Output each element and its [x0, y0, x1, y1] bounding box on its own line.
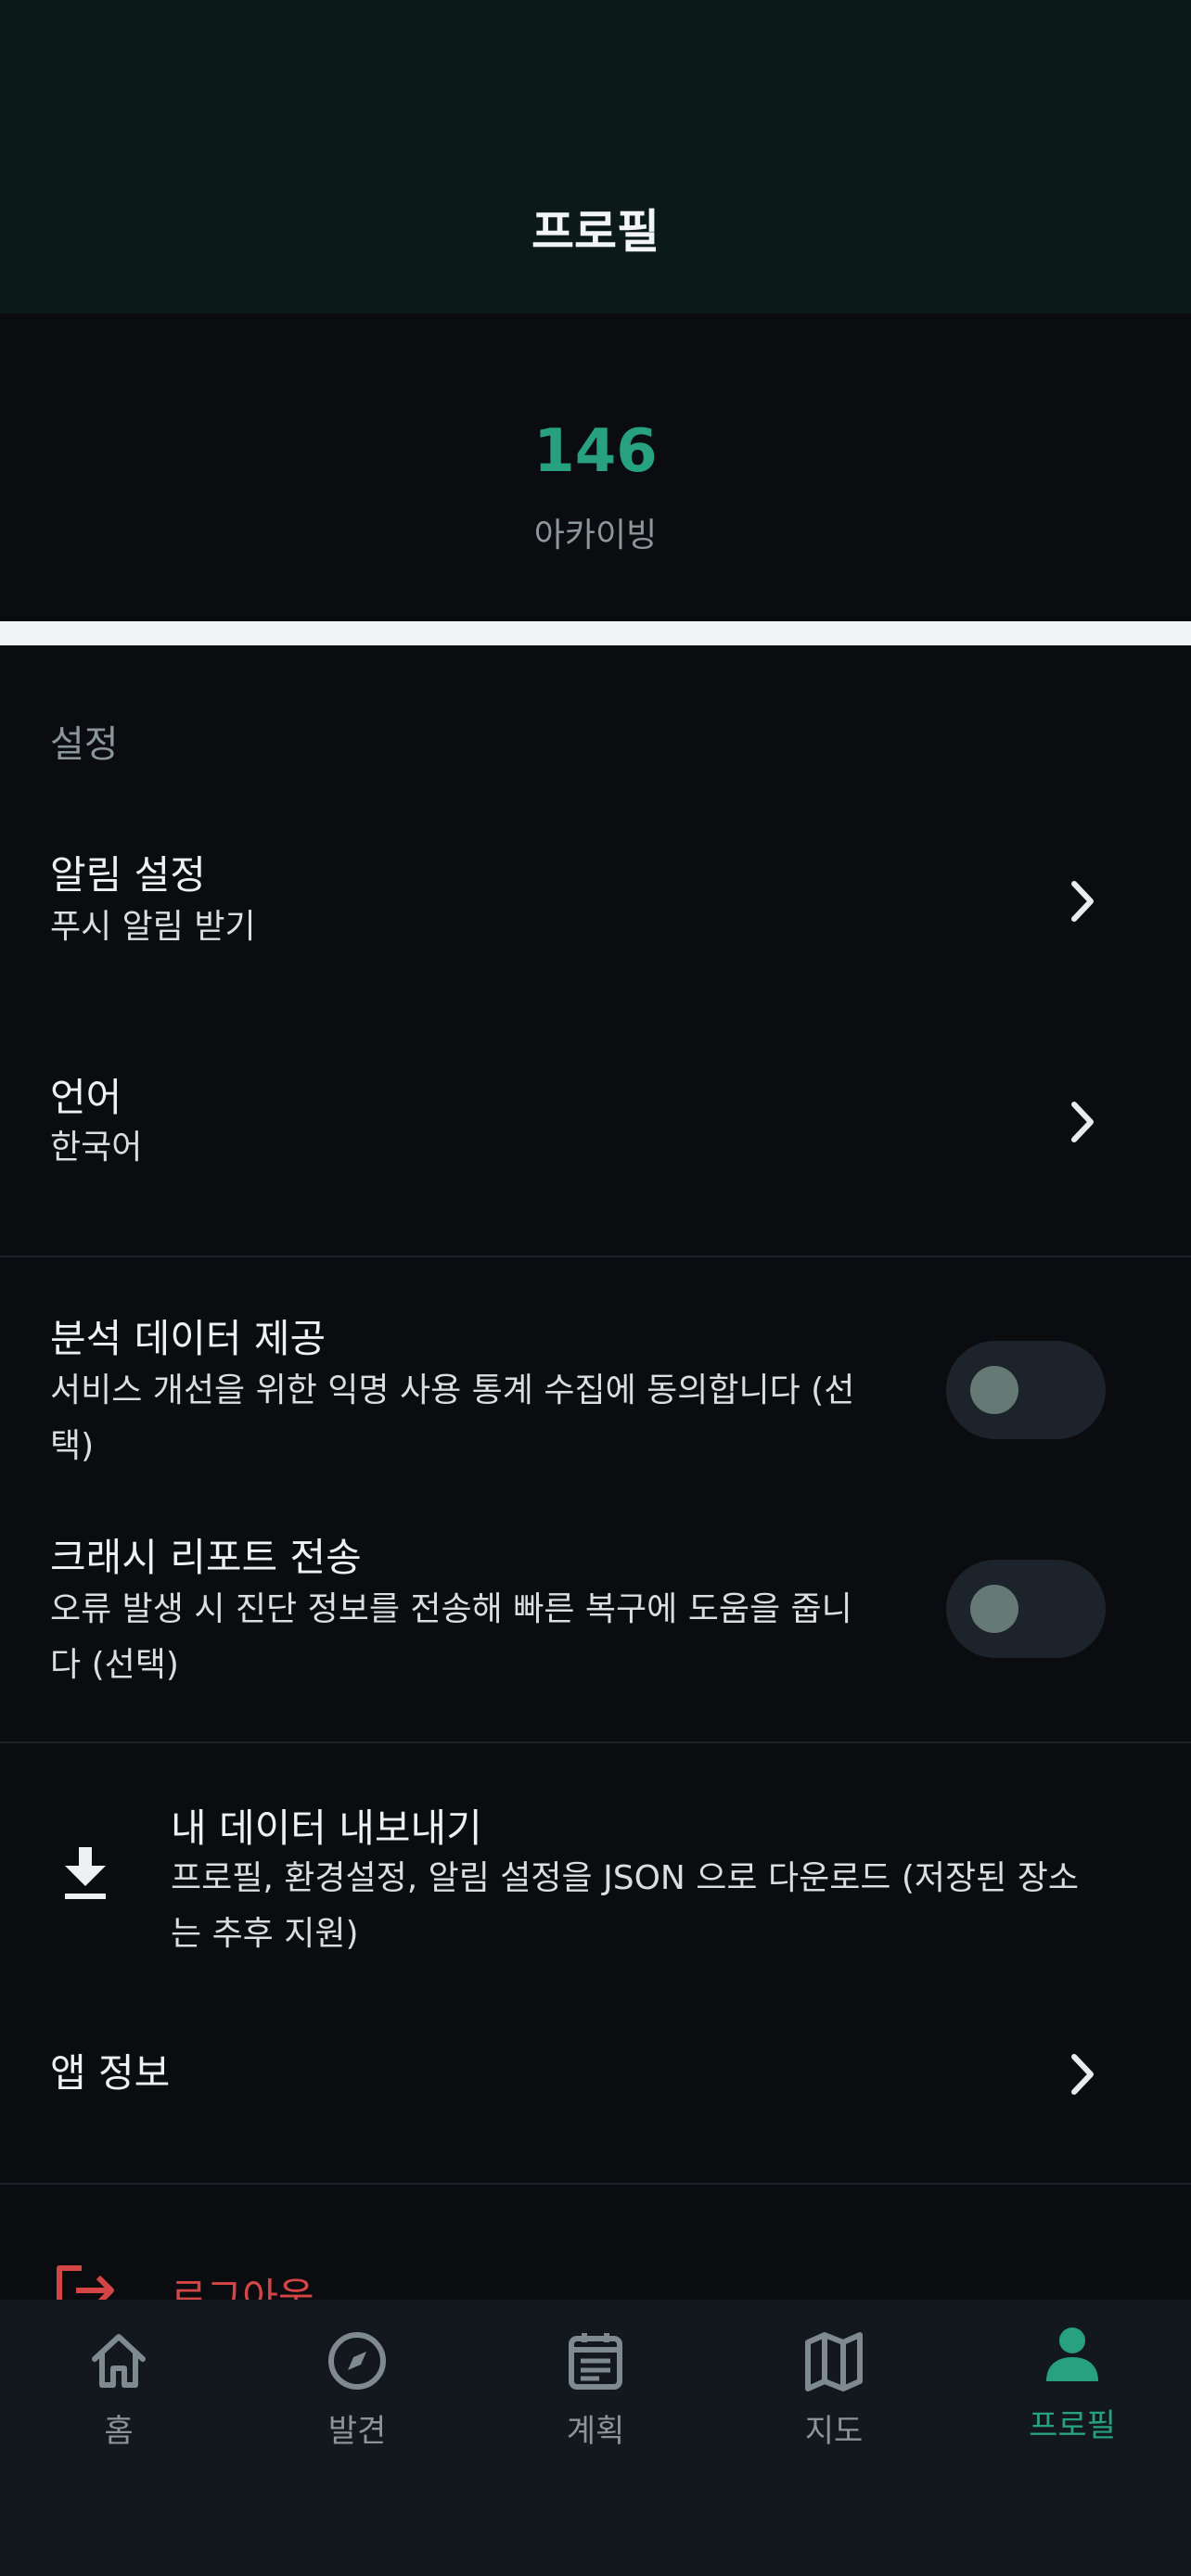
tab-map-label: 지도 — [804, 2413, 864, 2450]
compass-icon — [328, 2332, 386, 2390]
settings-section-title: 설정 — [50, 723, 119, 766]
download-icon — [65, 1847, 106, 1899]
toggle-knob — [970, 1585, 1018, 1633]
language-value: 한국어 — [50, 1129, 143, 1167]
crash-report-row: 크래시 리포트 전송 오류 발생 시 진단 정보를 전송해 빠른 복구에 도움을… — [0, 1517, 1191, 1693]
tab-home-label: 홈 — [104, 2413, 134, 2450]
tab-profile[interactable]: 프로필 — [989, 2322, 1156, 2444]
export-data-title: 내 데이터 내보내기 — [171, 1805, 482, 1851]
chevron-right-icon — [1071, 1102, 1094, 1142]
crash-report-description-line2: 다 (선택) — [50, 1646, 179, 1684]
tab-discover[interactable]: 발견 — [274, 2327, 441, 2450]
stats-panel: 146 아카이빙 — [0, 313, 1191, 621]
archive-label: 아카이빙 — [533, 516, 658, 555]
app-header: 프로필 — [0, 0, 1191, 313]
archive-count: 146 — [533, 417, 658, 486]
map-icon — [805, 2332, 863, 2391]
calendar-icon — [569, 2333, 622, 2390]
tab-discover-label: 발견 — [327, 2413, 387, 2450]
app-info-title: 앱 정보 — [50, 2050, 171, 2096]
analytics-description-line1: 서비스 개선을 위한 익명 사용 통계 수집에 동의합니다 (선 — [50, 1371, 855, 1409]
chevron-right-icon — [1071, 881, 1094, 922]
notification-settings-subtitle: 푸시 알림 받기 — [50, 908, 256, 946]
chevron-right-icon — [1071, 2054, 1094, 2095]
app-info-row[interactable]: 앱 정보 — [0, 2003, 1191, 2142]
tab-home[interactable]: 홈 — [35, 2327, 202, 2450]
home-icon — [92, 2334, 146, 2388]
analytics-description-line2: 택) — [50, 1427, 95, 1465]
page-title: 프로필 — [531, 205, 660, 259]
export-data-row[interactable]: 내 데이터 내보내기 프로필, 환경설정, 알림 설정을 JSON 으로 다운로… — [0, 1780, 1191, 1966]
analytics-toggle[interactable] — [946, 1341, 1106, 1439]
analytics-row: 분석 데이터 제공 서비스 개선을 위한 익명 사용 통계 수집에 동의합니다 … — [0, 1298, 1191, 1474]
tab-plan[interactable]: 계획 — [512, 2327, 679, 2450]
tab-profile-label: 프로필 — [1029, 2407, 1116, 2444]
crash-report-title: 크래시 리포트 전송 — [50, 1535, 362, 1580]
divider — [0, 1256, 1191, 1257]
bottom-tab-bar: 홈 발견 계획 지도 프로필 — [0, 2300, 1191, 2576]
divider — [0, 1741, 1191, 1743]
divider — [0, 2183, 1191, 2185]
tab-map[interactable]: 지도 — [750, 2327, 917, 2450]
notification-settings-row[interactable]: 알림 설정 푸시 알림 받기 — [0, 816, 1191, 983]
toggle-knob — [970, 1366, 1018, 1414]
tab-plan-label: 계획 — [566, 2413, 625, 2450]
export-data-description-line2: 는 추후 지원) — [171, 1915, 359, 1953]
language-row[interactable]: 언어 한국어 — [0, 1039, 1191, 1205]
person-icon — [1046, 2327, 1098, 2381]
notification-settings-title: 알림 설정 — [50, 852, 206, 898]
section-divider — [0, 621, 1191, 645]
export-data-description-line1: 프로필, 환경설정, 알림 설정을 JSON 으로 다운로드 (저장된 장소 — [171, 1859, 1079, 1897]
crash-report-description-line1: 오류 발생 시 진단 정보를 전송해 빠른 복구에 도움을 줍니 — [50, 1590, 852, 1628]
language-title: 언어 — [50, 1075, 122, 1120]
crash-report-toggle[interactable] — [946, 1560, 1106, 1658]
analytics-title: 분석 데이터 제공 — [50, 1316, 327, 1361]
